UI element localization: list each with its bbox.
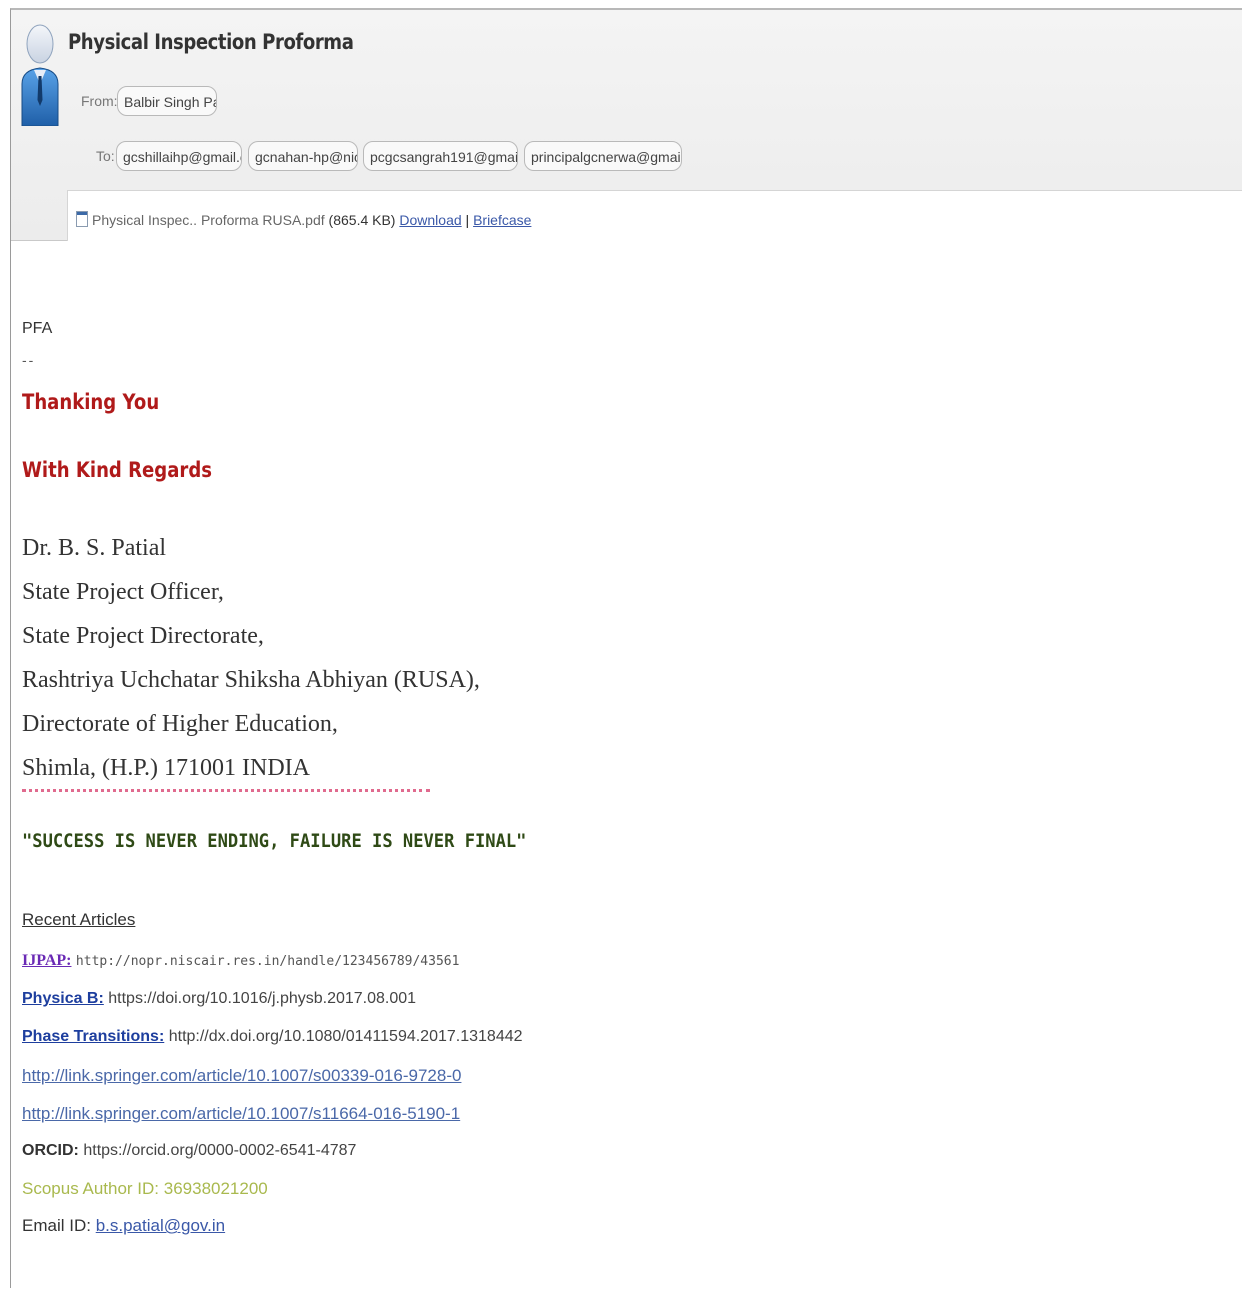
email-body: PFA -- Thanking You With Kind Regards Dr… [11, 242, 1242, 1288]
recipient-chip[interactable]: gcshillaihp@gmail.com [116, 141, 242, 171]
email-id-row: Email ID: b.s.patial@gov.in [22, 1216, 225, 1236]
briefcase-link[interactable]: Briefcase [473, 212, 531, 228]
article-ijpap: IJPAP: http://nopr.niscair.res.in/handle… [22, 952, 459, 970]
pfa-text: PFA [22, 320, 53, 337]
email-header: Physical Inspection Proforma From: Balbi… [11, 10, 1242, 241]
attachment-size: (865.4 KB) [328, 212, 396, 228]
recent-articles-heading: Recent Articles [22, 910, 136, 929]
download-link[interactable]: Download [399, 212, 461, 228]
article-phase-transitions: Phase Transitions: http://dx.doi.org/10.… [22, 1028, 523, 1046]
article-url: https://doi.org/10.1016/j.physb.2017.08.… [108, 990, 417, 1007]
springer-link[interactable]: http://link.springer.com/article/10.1007… [22, 1104, 460, 1124]
orcid-url: https://orcid.org/0000-0002-6541-4787 [83, 1142, 357, 1159]
signature-line: Directorate of Higher Education, [22, 711, 338, 737]
recipient-chip[interactable]: gcnahan-hp@nic.in [248, 141, 358, 171]
link-separator: | [465, 212, 470, 228]
attachment-name[interactable]: Physical Inspec.. Proforma RUSA.pdf [92, 212, 325, 228]
scopus-author-id: Scopus Author ID: 36938021200 [22, 1179, 268, 1198]
article-label[interactable]: Phase Transitions: [22, 1028, 164, 1045]
email-id-label: Email ID: [22, 1216, 91, 1235]
recipient-chip[interactable]: principalgcnerwa@gmail.com [524, 141, 682, 171]
signature-name: Dr. B. S. Patial [22, 535, 167, 561]
recipient-chip[interactable]: pcgcsangrah191@gmail.com [363, 141, 518, 171]
sender-avatar-icon [21, 24, 59, 126]
kind-regards-text: With Kind Regards [22, 458, 213, 482]
motto-quote: "SUCCESS IS NEVER ENDING, FAILURE IS NEV… [22, 830, 527, 852]
sender-chip[interactable]: Balbir Singh Patial [117, 86, 217, 116]
to-label: To: [96, 148, 115, 164]
signature-separator: -- [22, 352, 36, 368]
signature-line: Shimla, (H.P.) 171001 INDIA [22, 755, 310, 781]
article-url: http://dx.doi.org/10.1080/01411594.2017.… [168, 1028, 523, 1045]
orcid-label: ORCID: [22, 1142, 79, 1159]
article-label[interactable]: Physica B: [22, 990, 104, 1007]
dotted-divider [22, 789, 430, 792]
attachment-row: Physical Inspec.. Proforma RUSA.pdf (865… [76, 211, 531, 228]
email-subject: Physical Inspection Proforma [68, 30, 354, 54]
article-url: http://nopr.niscair.res.in/handle/123456… [75, 954, 460, 969]
article-physica-b: Physica B: https://doi.org/10.1016/j.phy… [22, 990, 416, 1008]
email-window: Physical Inspection Proforma From: Balbi… [10, 8, 1242, 1288]
orcid-row: ORCID: https://orcid.org/0000-0002-6541-… [22, 1142, 356, 1160]
email-id-link[interactable]: b.s.patial@gov.in [96, 1216, 225, 1235]
signature-line: State Project Officer, [22, 579, 224, 605]
article-label[interactable]: IJPAP: [22, 952, 71, 969]
attachment-bar: Physical Inspec.. Proforma RUSA.pdf (865… [67, 190, 1242, 241]
from-label: From: [81, 93, 118, 109]
pdf-file-icon [76, 211, 88, 227]
thanking-you-text: Thanking You [22, 390, 160, 414]
signature-line: State Project Directorate, [22, 623, 264, 649]
signature-line: Rashtriya Uchchatar Shiksha Abhiyan (RUS… [22, 667, 480, 693]
springer-link[interactable]: http://link.springer.com/article/10.1007… [22, 1066, 461, 1086]
